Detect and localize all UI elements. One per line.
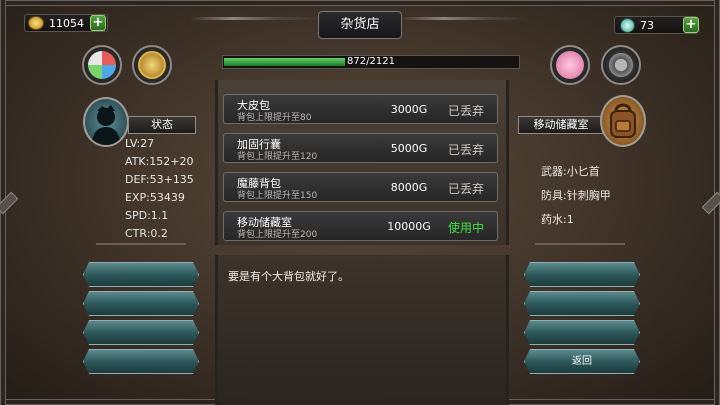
shop-item[interactable]: 魔藤背包 背包上限提升至150 8000G 已丢弃 (223, 172, 498, 202)
shop-item[interactable]: 加固行囊 背包上限提升至120 5000G 已丢弃 (223, 133, 498, 163)
stat-attack: ATK:152+20 (125, 155, 194, 168)
right-menu-button-1[interactable] (524, 262, 640, 287)
add-gold-button[interactable]: + (90, 15, 106, 31)
pink-pet-icon (556, 51, 584, 79)
item-status: 已丢弃 (447, 182, 484, 196)
left-menu-button-4[interactable] (83, 349, 199, 374)
stat-speed: SPD:1.1 (125, 209, 169, 222)
stat-crit: CTR:0.2 (125, 227, 168, 240)
left-menu-button-2[interactable] (83, 291, 199, 316)
left-menu-button-3[interactable] (83, 320, 199, 345)
exp-text: 872/2121 (347, 56, 395, 67)
bag-portrait[interactable] (600, 95, 646, 147)
equip-potion: 药水:1 (541, 213, 574, 226)
item-price: 5000G (390, 142, 428, 155)
divider (535, 243, 625, 245)
frame-top (0, 0, 720, 6)
right-menu-button-2[interactable] (524, 291, 640, 316)
pet-button[interactable] (550, 45, 590, 85)
dialogue-text: 要是有个大背包就好了。 (228, 270, 349, 283)
color-wheel-icon (88, 51, 116, 79)
divider (96, 243, 186, 245)
hero-silhouette-icon (91, 105, 121, 145)
right-menu-button-3[interactable] (524, 320, 640, 345)
storage-tab[interactable]: 移动储藏室 (518, 116, 604, 134)
shop-item[interactable]: 移动储藏室 背包上限提升至200 10000G 使用中 (223, 211, 498, 241)
gear-icon (607, 51, 635, 79)
stat-level: LV:27 (125, 137, 155, 150)
stats-list: LV:27 ATK:152+20 DEF:53+135 EXP:53439 SP… (125, 135, 194, 243)
gem-icon (620, 17, 635, 33)
backpack-icon (610, 103, 636, 138)
plus-icon: + (92, 15, 104, 30)
emblem-icon (138, 51, 166, 79)
status-tab[interactable]: 状态 (128, 116, 196, 134)
equipment-list: 武器:小匕首 防具:针刺胸甲 药水:1 (541, 160, 611, 232)
page-title: 杂货店 (318, 11, 402, 39)
skill-button[interactable] (132, 45, 172, 85)
item-description: 背包上限提升至150 (237, 191, 318, 201)
add-gem-button[interactable]: + (683, 17, 699, 33)
settings-button[interactable] (601, 45, 641, 85)
avatar[interactable] (83, 97, 129, 147)
shop-item[interactable]: 大皮包 背包上限提升至80 3000G 已丢弃 (223, 94, 498, 124)
item-description: 背包上限提升至80 (237, 113, 312, 123)
stat-defense: DEF:53+135 (125, 173, 194, 186)
coin-stack-icon (28, 16, 44, 30)
item-price: 3000G (390, 103, 428, 116)
item-status: 已丢弃 (447, 104, 484, 118)
back-button[interactable]: 返回 (524, 349, 640, 374)
item-price: 10000G (387, 220, 431, 233)
gold-amount: 11054 (49, 16, 84, 30)
pie-menu-button[interactable] (82, 45, 122, 85)
left-menu-button-1[interactable] (83, 262, 199, 287)
item-status: 使用中 (447, 221, 484, 235)
item-description: 背包上限提升至120 (237, 152, 318, 162)
item-status: 已丢弃 (447, 143, 484, 157)
equip-weapon: 武器:小匕首 (541, 165, 600, 178)
title-ornament-left (190, 17, 320, 20)
shop-screen: 11054 + 73 + 杂货店 872/2121 状态 LV:27 ATK:1… (0, 0, 720, 405)
item-description: 背包上限提升至200 (237, 230, 318, 240)
item-price: 8000G (390, 181, 428, 194)
dialogue-box: 要是有个大背包就好了。 (215, 255, 509, 405)
plus-icon: + (685, 17, 697, 32)
gem-amount: 73 (640, 18, 654, 32)
title-ornament-right (400, 17, 530, 20)
exp-bar: 872/2121 (222, 55, 520, 69)
stat-exp: EXP:53439 (125, 191, 185, 204)
equip-armor: 防具:针刺胸甲 (541, 189, 611, 202)
